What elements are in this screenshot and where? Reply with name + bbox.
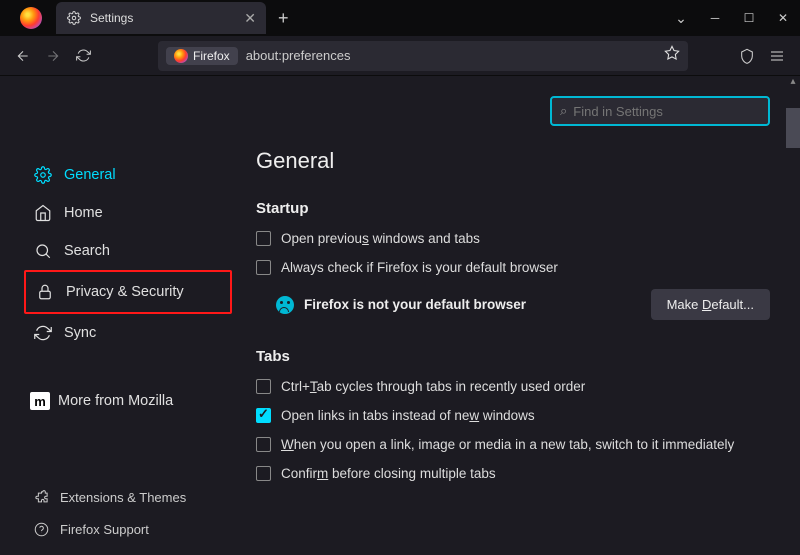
- close-tab-icon[interactable]: ✕: [244, 10, 256, 27]
- firefox-logo-icon: [20, 7, 42, 29]
- close-window-button[interactable]: ✕: [766, 3, 800, 33]
- sidebar-item-sync[interactable]: Sync: [30, 314, 232, 352]
- sync-icon: [30, 324, 56, 342]
- maximize-button[interactable]: ☐: [732, 3, 766, 33]
- sidebar-item-more[interactable]: m More from Mozilla: [30, 382, 232, 420]
- tab-title: Settings: [90, 11, 244, 25]
- option-confirm-close[interactable]: Confirm before closing multiple tabs: [256, 466, 770, 481]
- option-always-check-default[interactable]: Always check if Firefox is your default …: [256, 260, 770, 275]
- checkbox[interactable]: [256, 379, 271, 394]
- checkbox[interactable]: [256, 231, 271, 246]
- forward-button[interactable]: [38, 41, 68, 71]
- url-text: about:preferences: [246, 48, 664, 63]
- search-icon: ⌕: [560, 103, 567, 119]
- checkbox[interactable]: [256, 466, 271, 481]
- browser-tab[interactable]: Settings ✕: [56, 2, 266, 34]
- mozilla-icon: m: [30, 392, 50, 410]
- firefox-logo-icon: [174, 49, 188, 63]
- back-button[interactable]: [8, 41, 38, 71]
- search-input[interactable]: [573, 104, 760, 119]
- settings-main: ⌕ General Startup Open previous windows …: [232, 76, 800, 555]
- sidebar-item-label: More from Mozilla: [58, 393, 173, 409]
- gear-icon: [66, 10, 82, 26]
- new-tab-button[interactable]: +: [278, 8, 289, 29]
- section-startup-title: Startup: [256, 200, 770, 217]
- sidebar-item-label: Home: [64, 205, 103, 221]
- app-menu-icon[interactable]: [762, 41, 792, 71]
- option-ctrl-tab[interactable]: Ctrl+Tab cycles through tabs in recently…: [256, 379, 770, 394]
- sad-face-icon: [276, 296, 294, 314]
- checkbox[interactable]: [256, 437, 271, 452]
- sidebar-item-label: Privacy & Security: [66, 284, 184, 300]
- option-open-previous[interactable]: Open previous windows and tabs: [256, 231, 770, 246]
- reload-button[interactable]: [68, 41, 98, 71]
- scrollbar[interactable]: ▴: [786, 76, 800, 555]
- sidebar-item-label: Extensions & Themes: [60, 490, 186, 505]
- sidebar-item-label: Firefox Support: [60, 522, 149, 537]
- sidebar-item-label: General: [64, 167, 116, 183]
- sidebar-item-label: Search: [64, 243, 110, 259]
- sidebar-item-home[interactable]: Home: [30, 194, 232, 232]
- gear-icon: [30, 166, 56, 184]
- search-icon: [30, 242, 56, 260]
- checkbox[interactable]: [256, 408, 271, 423]
- home-icon: [30, 204, 56, 222]
- sidebar-item-label: Sync: [64, 325, 96, 341]
- settings-search[interactable]: ⌕: [550, 96, 770, 126]
- page-heading: General: [256, 148, 770, 174]
- scrollbar-thumb[interactable]: [786, 108, 800, 148]
- settings-sidebar: General Home Search Privacy & Security S…: [0, 76, 232, 555]
- make-default-button[interactable]: Make Default...: [651, 289, 770, 320]
- scroll-up-icon[interactable]: ▴: [786, 76, 800, 90]
- pocket-icon[interactable]: [732, 41, 762, 71]
- url-identity: Firefox: [166, 47, 238, 65]
- sidebar-item-general[interactable]: General: [30, 156, 232, 194]
- sidebar-item-search[interactable]: Search: [30, 232, 232, 270]
- titlebar: Settings ✕ + ⌄ ─ ☐ ✕: [0, 0, 800, 36]
- url-bar[interactable]: Firefox about:preferences: [158, 41, 688, 71]
- section-tabs-title: Tabs: [256, 348, 770, 365]
- puzzle-icon: [30, 490, 52, 505]
- sidebar-item-support[interactable]: Firefox Support: [30, 513, 186, 545]
- checkbox[interactable]: [256, 260, 271, 275]
- default-browser-status: Firefox is not your default browser Make…: [276, 289, 770, 320]
- help-icon: [30, 522, 52, 537]
- navbar: Firefox about:preferences: [0, 36, 800, 76]
- tabs-dropdown-icon[interactable]: ⌄: [664, 3, 698, 33]
- minimize-button[interactable]: ─: [698, 3, 732, 33]
- sidebar-item-privacy[interactable]: Privacy & Security: [24, 270, 232, 314]
- option-open-links-tabs[interactable]: Open links in tabs instead of new window…: [256, 408, 770, 423]
- bookmark-star-icon[interactable]: [664, 45, 680, 66]
- option-switch-new-tab[interactable]: When you open a link, image or media in …: [256, 437, 770, 452]
- sidebar-item-extensions[interactable]: Extensions & Themes: [30, 481, 186, 513]
- lock-icon: [32, 283, 58, 301]
